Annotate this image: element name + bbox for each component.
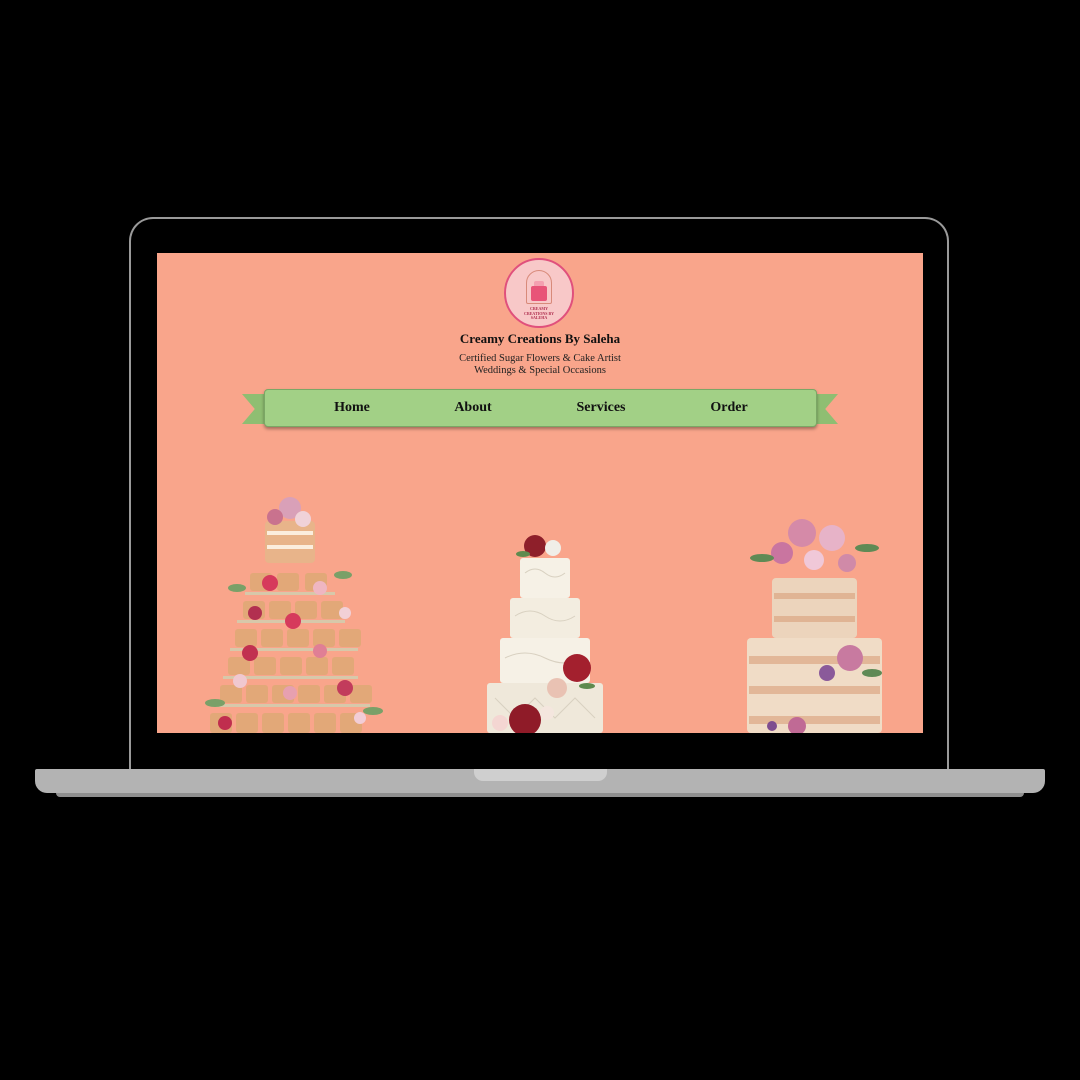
tagline-line2: Weddings & Special Occasions	[474, 365, 606, 376]
nav-services[interactable]: Services	[577, 400, 626, 416]
logo-text: CREAMY CREATIONS BY SALEHA	[506, 306, 572, 321]
logo-cake-icon	[531, 286, 547, 301]
laptop-notch	[474, 769, 607, 781]
nav-about[interactable]: About	[454, 400, 491, 416]
laptop-foot	[56, 793, 1024, 797]
cake-tower-image[interactable]	[195, 493, 385, 733]
tagline-line1: Certified Sugar Flowers & Cake Artist	[459, 353, 621, 364]
naked-cake-image[interactable]	[722, 498, 897, 733]
nav-home[interactable]: Home	[334, 400, 370, 416]
site-title: Creamy Creations By Saleha	[459, 331, 621, 346]
nav-ribbon: Home About Services Order	[264, 389, 817, 427]
nav-order[interactable]: Order	[710, 400, 747, 416]
tagline: Certified Sugar Flowers & Cake Artist We…	[157, 353, 923, 377]
brand-logo[interactable]: CREAMY CREATIONS BY SALEHA	[504, 258, 574, 328]
white-cake-image[interactable]	[475, 528, 615, 733]
logo-text-line3: SALEHA	[530, 315, 548, 320]
website-screen: CREAMY CREATIONS BY SALEHA Creamy Creati…	[157, 253, 923, 733]
